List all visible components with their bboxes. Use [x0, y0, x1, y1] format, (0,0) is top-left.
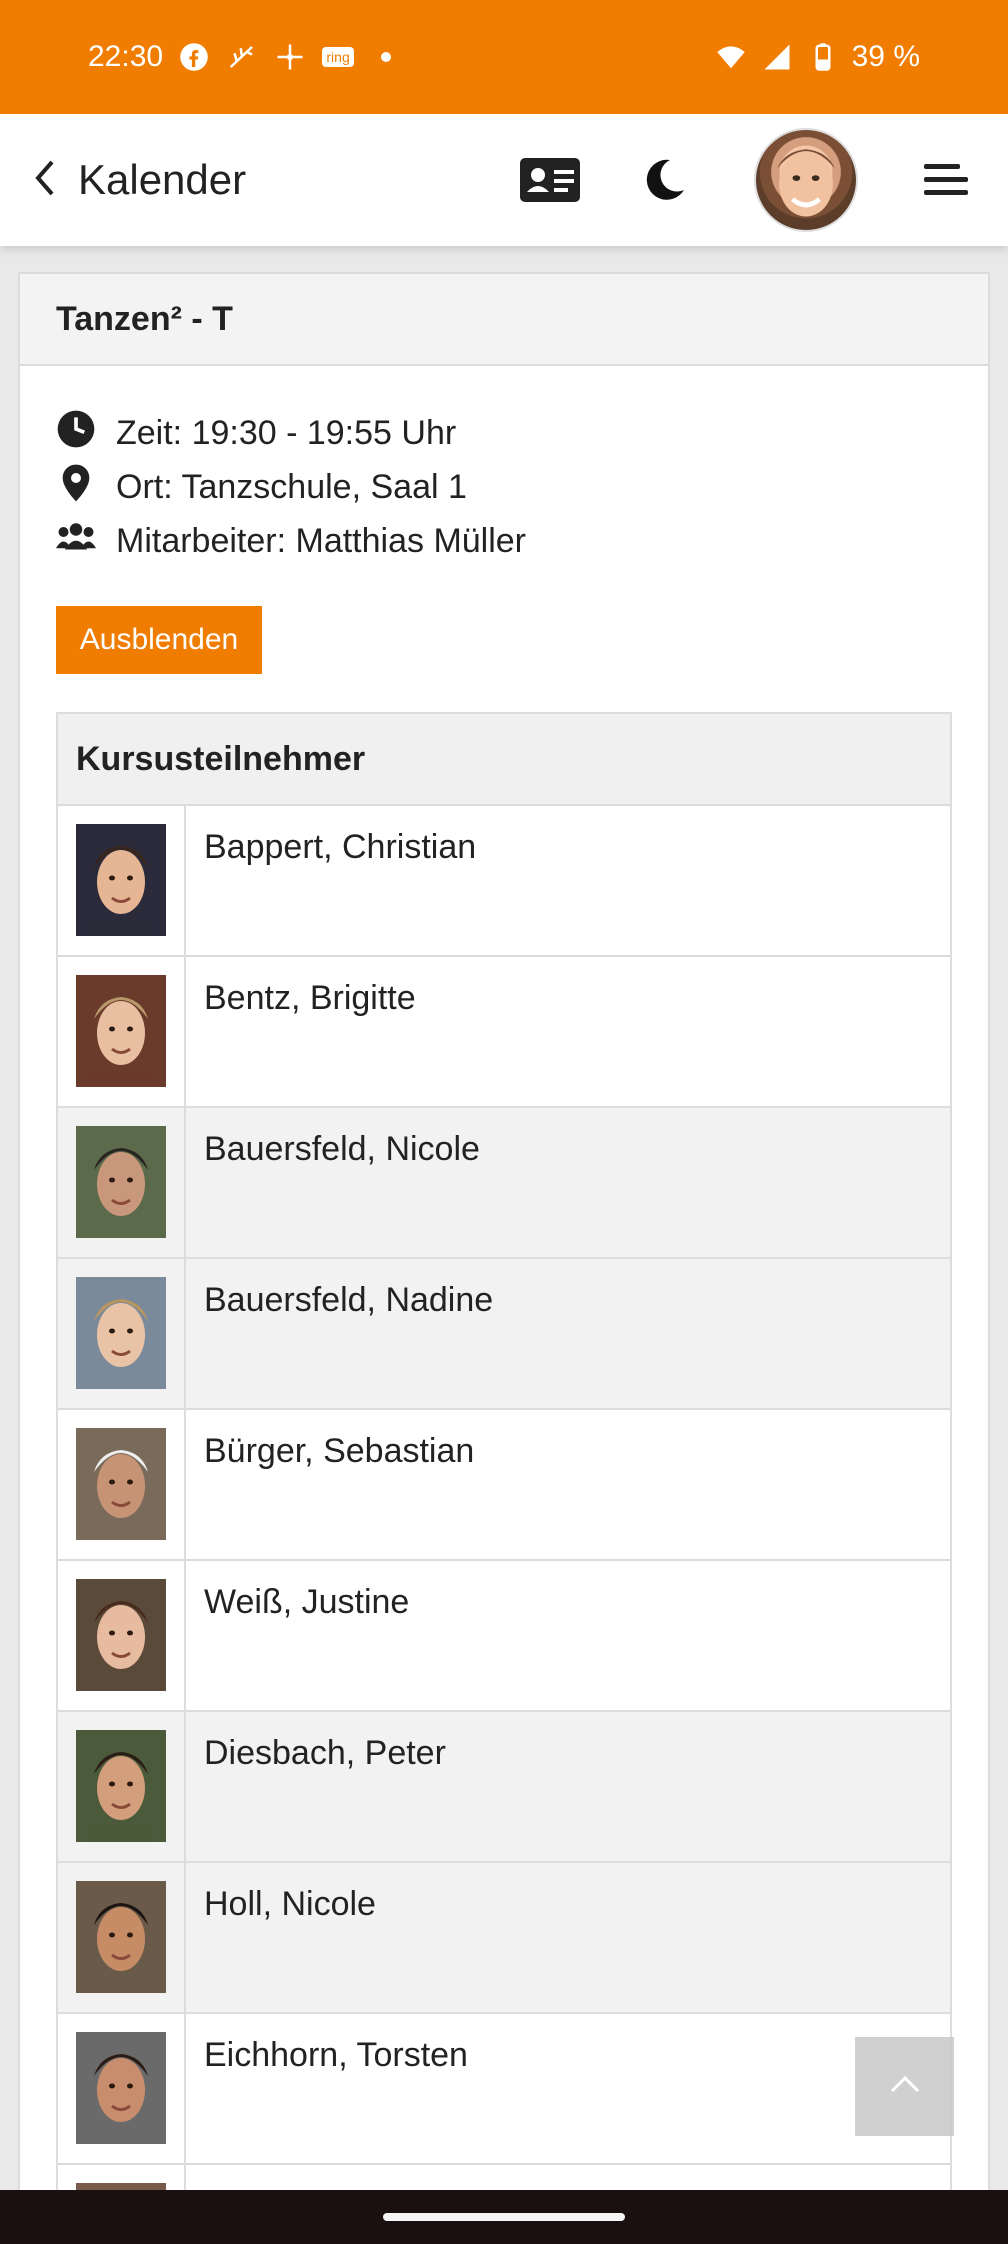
- feather-icon: [225, 40, 259, 74]
- participant-photo: [76, 1579, 166, 1691]
- participant-name[interactable]: Bentz, Brigitte: [186, 957, 416, 1106]
- table-row[interactable]: Bentz, Brigitte: [58, 957, 950, 1108]
- avatar[interactable]: [754, 128, 858, 232]
- back-label: Kalender: [78, 156, 247, 203]
- moon-icon[interactable]: [640, 156, 688, 204]
- event-title: Tanzen² - T: [20, 274, 988, 366]
- participant-photo-cell: [58, 1561, 186, 1710]
- participant-photo: [76, 1126, 166, 1238]
- ring-app-icon: ring: [321, 40, 355, 74]
- signal-icon: [760, 40, 794, 74]
- participant-name[interactable]: Eichhorn, Torsten: [186, 2014, 468, 2163]
- chevron-left-icon: [28, 156, 62, 205]
- clock-icon: [56, 409, 116, 458]
- participants-heading: Kursusteilnehmer: [58, 714, 950, 806]
- facebook-icon: [177, 40, 211, 74]
- app-header: Kalender: [0, 114, 1008, 246]
- participant-photo-cell: [58, 957, 186, 1106]
- event-location-row: Ort: Tanzschule, Saal 1: [56, 460, 988, 514]
- participant-name[interactable]: Bürger, Sebastian: [186, 1410, 474, 1559]
- participant-photo-cell: [58, 2014, 186, 2163]
- participant-photo-cell: [58, 1712, 186, 1861]
- participant-name[interactable]: Holl, Nicole: [186, 1863, 376, 2012]
- system-nav-bar: [0, 2190, 1008, 2244]
- gesture-handle[interactable]: [383, 2213, 625, 2221]
- event-staff-row: Mitarbeiter: Matthias Müller: [56, 514, 988, 568]
- table-row[interactable]: Bappert, Christian: [58, 806, 950, 957]
- participant-photo: [76, 1428, 166, 1540]
- participant-photo-cell: [58, 806, 186, 955]
- event-time: Zeit: 19:30 - 19:55 Uhr: [116, 413, 457, 452]
- participant-photo: [76, 1730, 166, 1842]
- participant-photo: [76, 2032, 166, 2144]
- participant-photo: [76, 824, 166, 936]
- participant-photo: [76, 1277, 166, 1389]
- table-row[interactable]: Holl, Nicole: [58, 1863, 950, 2014]
- participants-table: Kursusteilnehmer Bappert, Christian Bentz…: [56, 712, 952, 2244]
- users-icon: [56, 517, 116, 566]
- participant-name[interactable]: Bauersfeld, Nadine: [186, 1259, 493, 1408]
- event-location: Ort: Tanzschule, Saal 1: [116, 467, 467, 506]
- participant-name[interactable]: Diesbach, Peter: [186, 1712, 446, 1861]
- participant-name[interactable]: Bappert, Christian: [186, 806, 476, 955]
- table-row[interactable]: Diesbach, Peter: [58, 1712, 950, 1863]
- event-card: Tanzen² - T Zeit: 19:30 - 19:55 Uhr Ort:…: [18, 272, 990, 2244]
- status-bar: 22:30 ring 39 %: [0, 0, 1008, 114]
- battery-icon: [806, 40, 840, 74]
- event-time-row: Zeit: 19:30 - 19:55 Uhr: [56, 406, 988, 460]
- wifi-icon: [714, 40, 748, 74]
- chevron-up-icon: [888, 2073, 922, 2100]
- table-row[interactable]: Weiß, Justine: [58, 1561, 950, 1712]
- participant-photo-cell: [58, 1410, 186, 1559]
- table-row[interactable]: Bürger, Sebastian: [58, 1410, 950, 1561]
- participant-name[interactable]: Weiß, Justine: [186, 1561, 409, 1710]
- hide-button[interactable]: Ausblenden: [56, 606, 262, 674]
- contact-card-icon[interactable]: [518, 154, 582, 206]
- table-row[interactable]: Bauersfeld, Nicole: [58, 1108, 950, 1259]
- battery-percentage: 39 %: [851, 40, 920, 73]
- participant-photo: [76, 1881, 166, 1993]
- menu-icon[interactable]: [922, 158, 970, 202]
- participant-name[interactable]: Bauersfeld, Nicole: [186, 1108, 480, 1257]
- event-info: Zeit: 19:30 - 19:55 Uhr Ort: Tanzschule,…: [20, 366, 988, 568]
- back-button[interactable]: Kalender: [28, 156, 246, 205]
- participant-photo: [76, 975, 166, 1087]
- table-row[interactable]: Bauersfeld, Nadine: [58, 1259, 950, 1410]
- participant-photo-cell: [58, 1108, 186, 1257]
- map-pin-icon: [56, 463, 116, 512]
- network-icon: [273, 40, 307, 74]
- table-row[interactable]: Eichhorn, Torsten: [58, 2014, 950, 2165]
- participant-photo-cell: [58, 1259, 186, 1408]
- status-time: 22:30: [88, 40, 164, 73]
- participant-photo-cell: [58, 1863, 186, 2012]
- scroll-to-top-button[interactable]: [855, 2037, 954, 2136]
- event-staff: Mitarbeiter: Matthias Müller: [116, 521, 527, 560]
- dot-icon: [369, 40, 403, 74]
